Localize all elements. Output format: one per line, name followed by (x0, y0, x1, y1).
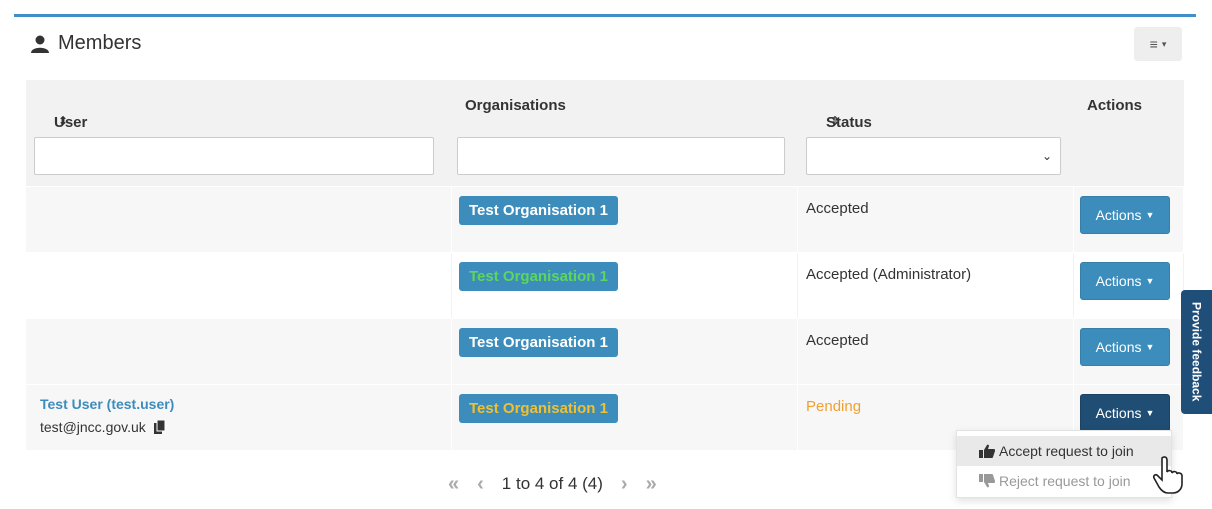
panel-title: Members (30, 32, 141, 55)
actions-button-label: Actions (1095, 207, 1142, 223)
filter-row: ⌄ (26, 132, 1184, 186)
status-text: Accepted (806, 332, 869, 349)
panel-menu-button[interactable]: ≡ ▾ (1134, 27, 1182, 61)
actions-button[interactable]: Actions ▼ (1080, 196, 1170, 234)
sort-icon: ⇕ (830, 114, 841, 128)
status-filter-select[interactable]: ⌄ (806, 137, 1061, 175)
actions-button-label: Actions (1095, 405, 1142, 421)
status-text: Pending (806, 398, 862, 415)
actions-dropdown-menu: Accept request to join Reject request to… (956, 430, 1172, 498)
user-email: test@jncc.gov.uk (40, 419, 166, 435)
copy-icon[interactable] (153, 420, 166, 434)
menu-item-label: Reject request to join (999, 473, 1131, 489)
actions-button[interactable]: Actions ▼ (1080, 262, 1170, 300)
column-header-status[interactable]: Status ⇕ (798, 80, 1074, 132)
status-text: Accepted (Administrator) (806, 266, 972, 283)
table-row: Test Organisation 1 Accepted Actions ▼ (26, 186, 1184, 252)
organisation-badge[interactable]: Test Organisation 1 (459, 196, 618, 225)
filter-cell-actions (1074, 132, 1184, 186)
status-cell: Accepted (798, 187, 1074, 252)
column-header-label: Actions (1087, 97, 1143, 114)
column-header-user[interactable]: User ⇕ (26, 80, 452, 132)
reject-request-menu-item[interactable]: Reject request to join (957, 466, 1171, 496)
filter-cell-organisations (452, 132, 798, 186)
actions-button[interactable]: Actions ▼ (1080, 328, 1170, 366)
organisations-cell: Test Organisation 1 (452, 319, 798, 384)
chevron-down-icon: ⌄ (1041, 149, 1052, 163)
filter-cell-status: ⌄ (798, 132, 1074, 186)
sort-icon: ⇕ (58, 114, 69, 128)
pagination: « ‹ 1 to 4 of 4 (4) › » (448, 466, 657, 502)
user-cell: Test User (test.user) test@jncc.gov.uk (26, 385, 452, 450)
filter-cell-user (26, 132, 452, 186)
accept-request-menu-item[interactable]: Accept request to join (957, 436, 1171, 466)
provide-feedback-tab[interactable]: Provide feedback (1181, 290, 1212, 414)
user-cell (26, 187, 452, 252)
column-header-label: Organisations (465, 97, 566, 114)
organisations-cell: Test Organisation 1 (452, 187, 798, 252)
first-page-icon[interactable]: « (448, 473, 459, 496)
actions-cell: Actions ▼ (1074, 187, 1184, 252)
previous-page-icon[interactable]: ‹ (477, 473, 484, 496)
user-cell (26, 253, 452, 318)
caret-down-icon: ▼ (1145, 276, 1155, 286)
user-filter-input[interactable] (34, 137, 434, 175)
organisations-filter-input[interactable] (457, 137, 785, 175)
caret-down-icon: ▼ (1145, 210, 1155, 220)
actions-cell: Actions ▼ (1074, 253, 1184, 318)
actions-button-label: Actions (1095, 273, 1142, 289)
caret-down-icon: ▾ (1161, 38, 1167, 49)
hand-pointer-icon (1152, 456, 1183, 494)
feedback-tab-label: Provide feedback (1189, 302, 1204, 402)
user-icon (31, 35, 49, 53)
user-email-text: test@jncc.gov.uk (40, 419, 146, 435)
actions-button[interactable]: Actions ▼ (1080, 394, 1170, 432)
user-link[interactable]: Test User (test.user) (40, 396, 174, 412)
organisation-badge[interactable]: Test Organisation 1 (459, 328, 618, 357)
column-header-organisations: Organisations (452, 80, 798, 132)
organisations-cell: Test Organisation 1 (452, 253, 798, 318)
column-header-actions: Actions (1074, 80, 1184, 132)
menu-item-label: Accept request to join (999, 443, 1134, 459)
thumbs-down-icon (979, 474, 995, 488)
panel-title-text: Members (58, 32, 142, 54)
status-cell: Accepted (Administrator) (798, 253, 1074, 318)
status-cell: Accepted (798, 319, 1074, 384)
hamburger-icon: ≡ (1149, 36, 1158, 52)
panel-header: Members ≡ ▾ (14, 17, 1196, 73)
caret-down-icon: ▼ (1145, 408, 1155, 418)
organisations-cell: Test Organisation 1 (452, 385, 798, 450)
last-page-icon[interactable]: » (646, 473, 657, 496)
caret-down-icon: ▼ (1145, 342, 1155, 352)
next-page-icon[interactable]: › (621, 473, 628, 496)
organisation-badge[interactable]: Test Organisation 1 (459, 262, 618, 291)
table-header-row: User ⇕ Organisations Status ⇕ Actions (26, 80, 1184, 132)
organisation-badge[interactable]: Test Organisation 1 (459, 394, 618, 423)
actions-cell: Actions ▼ (1074, 319, 1184, 384)
table-row: Test Organisation 1 Accepted (Administra… (26, 252, 1184, 318)
actions-button-label: Actions (1095, 339, 1142, 355)
thumbs-up-icon (979, 444, 995, 458)
pagination-summary: 1 to 4 of 4 (4) (501, 474, 603, 493)
user-cell (26, 319, 452, 384)
table-row: Test Organisation 1 Accepted Actions ▼ (26, 318, 1184, 384)
status-text: Accepted (806, 200, 869, 217)
